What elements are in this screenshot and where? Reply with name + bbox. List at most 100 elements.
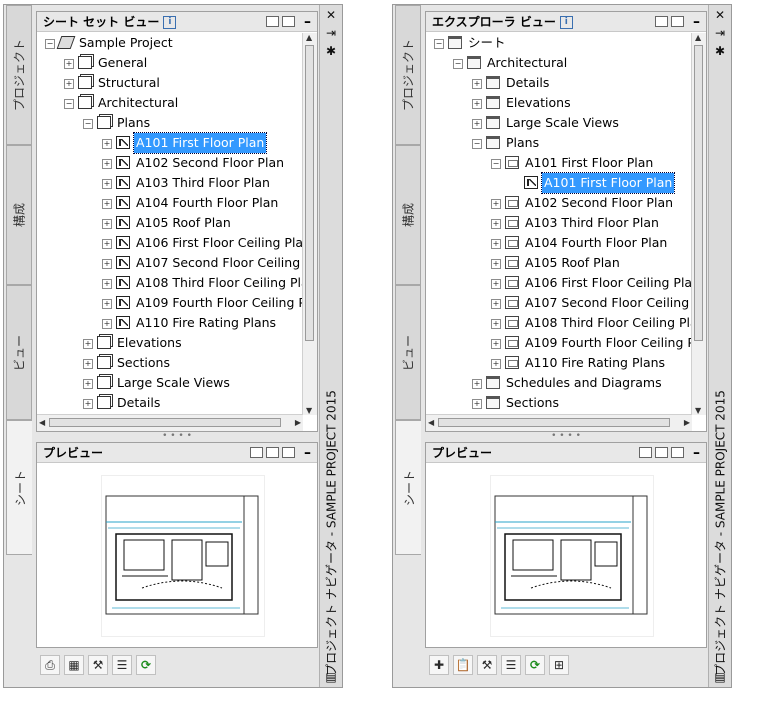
scroll-up-icon[interactable]: ▲ (695, 33, 701, 42)
tree-node[interactable]: − Plans (37, 113, 303, 133)
tree-node[interactable]: + Large Scale Views (37, 373, 303, 393)
properties-icon[interactable]: ✱ (713, 45, 727, 57)
tree-node[interactable]: + A101 First Floor Plan (37, 132, 303, 154)
refresh-icon[interactable]: ⟳ (136, 655, 156, 675)
tree-node[interactable]: + A109 Fourth Floor Ceiling Plan (37, 293, 303, 313)
tree-node[interactable]: + A104 Fourth Floor Plan (37, 193, 303, 213)
new-sheet-icon[interactable]: ✚ (429, 655, 449, 675)
view-options-icon[interactable] (266, 16, 279, 27)
expand-icon[interactable]: + (472, 119, 482, 129)
expand-icon[interactable]: + (491, 259, 501, 269)
tree-node[interactable]: + A110 Fire Rating Plans (426, 353, 692, 373)
preview-image-icon[interactable] (655, 447, 668, 458)
collapse-pane-icon[interactable]: – (693, 12, 700, 32)
expand-icon[interactable]: + (472, 79, 482, 89)
palette-tab-constructs[interactable]: 構成 (6, 145, 32, 285)
collapse-pane-icon[interactable]: – (304, 443, 311, 463)
tree-node[interactable]: + A108 Third Floor Ceiling Plan (426, 313, 692, 333)
refresh-icon[interactable]: ⟳ (525, 655, 545, 675)
expand-icon[interactable]: + (64, 59, 74, 69)
paste-icon[interactable]: 📋 (453, 655, 473, 675)
tree-node[interactable]: + Sections (37, 353, 303, 373)
folder-icon[interactable] (282, 16, 295, 27)
palette-tab-constructs[interactable]: 構成 (395, 145, 421, 285)
expand-icon[interactable]: + (491, 359, 501, 369)
tree-node[interactable]: + Large Scale Views (426, 113, 692, 133)
expand-icon[interactable]: + (83, 399, 93, 409)
preview-detail-icon[interactable] (671, 447, 684, 458)
tree-node[interactable]: + A103 Third Floor Plan (426, 213, 692, 233)
tools-icon[interactable]: ⚒ (477, 655, 497, 675)
expand-icon[interactable]: + (83, 379, 93, 389)
tree-node[interactable]: + Sections (426, 393, 692, 413)
tree-node[interactable]: + A108 Third Floor Ceiling Plan (37, 273, 303, 293)
scroll-thumb[interactable] (305, 45, 314, 341)
palette-tab-project[interactable]: プロジェクト (395, 5, 421, 145)
tree-node[interactable]: + A102 Second Floor Plan (37, 153, 303, 173)
tree-node[interactable]: − Plans (426, 133, 692, 153)
expand-icon[interactable]: + (472, 99, 482, 109)
expand-icon[interactable]: + (102, 159, 112, 169)
sheet-list-icon[interactable]: ☰ (112, 655, 132, 675)
expand-icon[interactable]: + (102, 319, 112, 329)
expand-icon[interactable]: + (102, 299, 112, 309)
expand-icon[interactable]: + (491, 219, 501, 229)
tree-node[interactable]: + A104 Fourth Floor Plan (426, 233, 692, 253)
tree-node[interactable]: + A106 First Floor Ceiling Plan (426, 273, 692, 293)
collapse-icon[interactable]: − (434, 39, 444, 49)
scroll-thumb[interactable] (694, 45, 703, 341)
scroll-right-icon[interactable]: ▶ (295, 418, 301, 427)
palette-tab-views[interactable]: ビュー (395, 285, 421, 420)
preview-image-icon[interactable] (266, 447, 279, 458)
collapse-icon[interactable]: − (453, 59, 463, 69)
tree-node[interactable]: + Structural (37, 73, 303, 93)
tools-icon[interactable]: ⚒ (88, 655, 108, 675)
sheet-properties-icon[interactable]: ▦ (64, 655, 84, 675)
collapse-pane-icon[interactable]: – (304, 12, 311, 32)
expand-icon[interactable]: + (102, 239, 112, 249)
expand-icon[interactable]: + (102, 179, 112, 189)
expand-icon[interactable]: + (491, 339, 501, 349)
tree-node[interactable]: + A105 Roof Plan (37, 213, 303, 233)
scroll-right-icon[interactable]: ▶ (684, 418, 690, 427)
expand-icon[interactable]: + (83, 359, 93, 369)
collapse-icon[interactable]: − (64, 99, 74, 109)
publish-icon[interactable]: ⎙ (40, 655, 60, 675)
expand-icon[interactable]: + (102, 279, 112, 289)
preview-mode-icon[interactable] (250, 447, 263, 458)
scroll-left-icon[interactable]: ◀ (428, 418, 434, 427)
tree-node[interactable]: + Elevations (426, 93, 692, 113)
hierarchy-icon[interactable]: ⊞ (549, 655, 569, 675)
properties-icon[interactable]: ✱ (324, 45, 338, 57)
auto-hide-icon[interactable]: ⇥ (713, 27, 727, 39)
info-icon[interactable]: i (163, 16, 177, 29)
collapse-icon[interactable]: − (472, 139, 482, 149)
tree-node[interactable]: + A110 Fire Rating Plans (37, 313, 303, 333)
close-icon[interactable]: ✕ (324, 9, 338, 21)
vertical-scrollbar[interactable]: ▲ ▼ (302, 33, 317, 415)
auto-hide-icon[interactable]: ⇥ (324, 27, 338, 39)
tree-node[interactable]: − Architectural (37, 93, 303, 113)
collapse-icon[interactable]: − (45, 39, 55, 49)
scroll-thumb[interactable] (49, 418, 281, 427)
collapse-icon[interactable]: − (83, 119, 93, 129)
tree-node[interactable]: + A103 Third Floor Plan (37, 173, 303, 193)
collapse-pane-icon[interactable]: – (693, 443, 700, 463)
preview-mode-icon[interactable] (639, 447, 652, 458)
tree-node[interactable]: + A107 Second Floor Ceiling Plan (426, 293, 692, 313)
horizontal-scrollbar[interactable]: ◀ ▶ (426, 414, 692, 431)
scroll-up-icon[interactable]: ▲ (306, 33, 312, 42)
pane-splitter[interactable]: • • • • (425, 432, 707, 441)
palette-tab-sheets[interactable]: シート (6, 420, 32, 555)
expand-icon[interactable]: + (491, 319, 501, 329)
tree-node[interactable]: A101 First Floor Plan (426, 172, 692, 194)
tree-node[interactable]: − Sample Project (37, 33, 303, 53)
expand-icon[interactable]: + (472, 379, 482, 389)
expand-icon[interactable]: + (491, 199, 501, 209)
expand-icon[interactable]: + (491, 299, 501, 309)
expand-icon[interactable]: + (102, 259, 112, 269)
tree-node[interactable]: + Elevations (37, 333, 303, 353)
palette-menu-icon[interactable]: ▤ (713, 671, 727, 683)
tree-node[interactable]: + A106 First Floor Ceiling Plan (37, 233, 303, 253)
palette-tab-sheets[interactable]: シート (395, 420, 421, 555)
